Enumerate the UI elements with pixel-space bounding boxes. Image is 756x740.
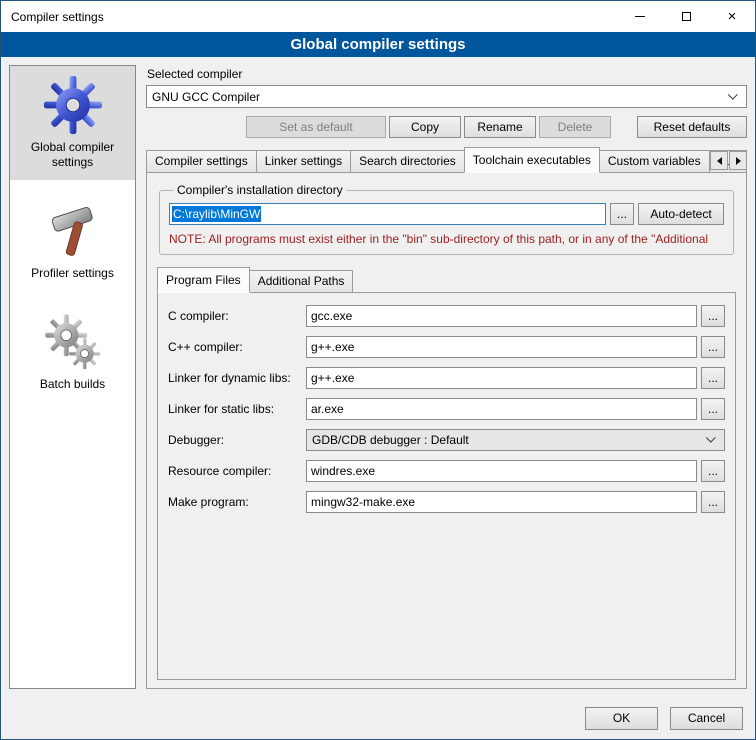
sidebar-item-label: Batch builds	[40, 377, 105, 392]
debugger-label: Debugger:	[168, 433, 306, 447]
static-linker-input[interactable]	[306, 398, 697, 420]
debugger-select[interactable]: GDB/CDB debugger : Default	[306, 429, 725, 451]
rename-button[interactable]: Rename	[464, 116, 536, 138]
static-linker-label: Linker for static libs:	[168, 402, 306, 416]
dynamic-linker-browse-button[interactable]: ...	[701, 367, 725, 389]
settings-category-sidebar: Global compiler settings Profiler settin…	[9, 65, 136, 689]
ok-button[interactable]: OK	[585, 707, 658, 730]
program-files-panel: C compiler: ... C++ compiler: ... Linker…	[157, 292, 736, 680]
tab-program-files[interactable]: Program Files	[157, 267, 250, 293]
settings-tab-strip: Compiler settings Linker settings Search…	[146, 148, 747, 172]
resource-compiler-browse-button[interactable]: ...	[701, 460, 725, 482]
form-row-c-compiler: C compiler: ...	[168, 305, 725, 327]
window-title: Compiler settings	[1, 10, 104, 24]
tab-custom-variables[interactable]: Custom variables	[599, 150, 710, 172]
tab-toolchain-executables[interactable]: Toolchain executables	[464, 147, 600, 173]
c-compiler-browse-button[interactable]: ...	[701, 305, 725, 327]
debugger-select-value: GDB/CDB debugger : Default	[312, 433, 469, 447]
toolchain-executables-page: Compiler's installation directory C:\ray…	[146, 172, 747, 689]
sidebar-item-global-compiler-settings[interactable]: Global compiler settings	[10, 66, 135, 180]
installation-directory-group-title: Compiler's installation directory	[173, 183, 347, 197]
installation-directory-input[interactable]: C:\raylib\MinGW	[169, 203, 606, 225]
selected-compiler-label: Selected compiler	[147, 67, 747, 81]
dialog-header: Global compiler settings	[1, 32, 755, 57]
tab-additional-paths[interactable]: Additional Paths	[249, 270, 354, 292]
installation-directory-browse-button[interactable]: ...	[610, 203, 634, 225]
delete-button[interactable]: Delete	[539, 116, 611, 138]
tab-compiler-settings[interactable]: Compiler settings	[146, 150, 257, 172]
sidebar-item-label: Profiler settings	[31, 266, 114, 281]
maximize-icon	[682, 12, 691, 21]
sidebar-item-profiler-settings[interactable]: Profiler settings	[10, 192, 135, 291]
static-linker-browse-button[interactable]: ...	[701, 398, 725, 420]
auto-detect-button[interactable]: Auto-detect	[638, 203, 724, 225]
form-row-debugger: Debugger: GDB/CDB debugger : Default	[168, 429, 725, 451]
sidebar-item-label: Global compiler settings	[13, 140, 132, 170]
tab-scroll-right-button[interactable]	[729, 151, 747, 170]
left-arrow-icon	[717, 157, 722, 165]
c-compiler-label: C compiler:	[168, 309, 306, 323]
set-as-default-button[interactable]: Set as default	[246, 116, 386, 138]
make-program-label: Make program:	[168, 495, 306, 509]
chevron-down-icon	[706, 433, 716, 443]
tab-search-directories[interactable]: Search directories	[350, 150, 465, 172]
cpp-compiler-browse-button[interactable]: ...	[701, 336, 725, 358]
hammer-icon	[43, 200, 103, 262]
cancel-button[interactable]: Cancel	[670, 707, 743, 730]
form-row-cpp-compiler: C++ compiler: ...	[168, 336, 725, 358]
minimize-icon	[635, 16, 645, 17]
dynamic-linker-label: Linker for dynamic libs:	[168, 371, 306, 385]
close-button[interactable]: ×	[709, 1, 755, 32]
tab-linker-settings[interactable]: Linker settings	[256, 150, 351, 172]
reset-defaults-button[interactable]: Reset defaults	[637, 116, 747, 138]
tab-scroll-left-button[interactable]	[710, 151, 728, 170]
form-row-dynamic-linker: Linker for dynamic libs: ...	[168, 367, 725, 389]
bin-subdirectory-note: NOTE: All programs must exist either in …	[169, 232, 724, 246]
chevron-down-icon	[728, 89, 738, 99]
maximize-button[interactable]	[663, 1, 709, 32]
installation-directory-group: Compiler's installation directory C:\ray…	[159, 183, 734, 255]
gear-blue-icon	[42, 74, 104, 136]
resource-compiler-input[interactable]	[306, 460, 697, 482]
form-row-resource-compiler: Resource compiler: ...	[168, 460, 725, 482]
cpp-compiler-input[interactable]	[306, 336, 697, 358]
compiler-select[interactable]: GNU GCC Compiler	[146, 85, 747, 108]
copy-button[interactable]: Copy	[389, 116, 461, 138]
close-icon: ×	[728, 9, 737, 24]
gears-gray-icon	[42, 311, 104, 373]
dynamic-linker-input[interactable]	[306, 367, 697, 389]
compiler-actions: Set as default Copy Rename Delete Reset …	[146, 116, 747, 138]
c-compiler-input[interactable]	[306, 305, 697, 327]
right-arrow-icon	[736, 157, 741, 165]
program-tab-strip: Program Files Additional Paths	[157, 268, 736, 292]
title-bar: Compiler settings ×	[1, 1, 755, 32]
cpp-compiler-label: C++ compiler:	[168, 340, 306, 354]
make-program-input[interactable]	[306, 491, 697, 513]
compiler-settings-window: Compiler settings × Global compiler sett…	[0, 0, 756, 740]
minimize-button[interactable]	[617, 1, 663, 32]
make-program-browse-button[interactable]: ...	[701, 491, 725, 513]
sidebar-item-batch-builds[interactable]: Batch builds	[10, 303, 135, 402]
compiler-select-value: GNU GCC Compiler	[152, 90, 260, 104]
dialog-footer: OK Cancel	[1, 697, 755, 739]
installation-directory-value: C:\raylib\MinGW	[172, 206, 261, 222]
resource-compiler-label: Resource compiler:	[168, 464, 306, 478]
form-row-make-program: Make program: ...	[168, 491, 725, 513]
form-row-static-linker: Linker for static libs: ...	[168, 398, 725, 420]
